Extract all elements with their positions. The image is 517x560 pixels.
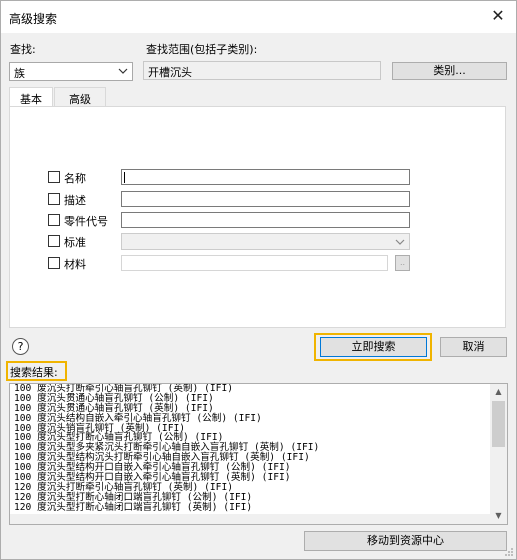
material-input[interactable] xyxy=(121,255,388,271)
material-browse-button[interactable]: .. xyxy=(395,255,410,271)
part-number-checkbox[interactable] xyxy=(48,214,60,226)
window-title: 高级搜索 xyxy=(9,12,58,26)
description-input[interactable] xyxy=(121,191,410,207)
find-label: 查找: xyxy=(10,43,36,56)
search-now-button[interactable]: 立即搜索 xyxy=(320,337,427,357)
text-caret xyxy=(124,172,125,183)
tab-advanced[interactable]: 高级 xyxy=(54,87,106,107)
standard-label: 标准 xyxy=(64,236,86,249)
find-value: 族 xyxy=(14,67,25,80)
standard-dropdown[interactable] xyxy=(121,233,410,250)
category-button[interactable]: 类别... xyxy=(392,62,507,80)
close-icon[interactable]: ✕ xyxy=(486,5,510,27)
material-label: 材料 xyxy=(64,258,86,271)
cancel-button[interactable]: 取消 xyxy=(440,337,507,357)
description-checkbox[interactable] xyxy=(48,193,60,205)
scope-label: 查找范围(包括子类别): xyxy=(146,43,258,56)
chevron-down-icon xyxy=(118,68,128,74)
find-dropdown[interactable]: 族 xyxy=(9,62,133,81)
description-label: 描述 xyxy=(64,194,86,207)
name-checkbox[interactable] xyxy=(48,171,60,183)
vertical-scrollbar[interactable]: ▲ ▼ xyxy=(490,384,507,524)
advanced-search-dialog: 高级搜索 ✕ 查找: 族 查找范围(包括子类别): 开槽沉头 类别... 基本 … xyxy=(0,0,517,560)
results-rows: 100 废沉头打断牵引心轴盲孔铆钉 (英制) (IFI) 100 度沉头贯通心轴盲… xyxy=(14,384,488,513)
basic-tab-panel: 名称 描述 零件代号 标准 材料 .. xyxy=(9,106,506,328)
part-number-input[interactable] xyxy=(121,212,410,228)
scrollbar-thumb[interactable] xyxy=(492,401,505,447)
scope-field: 开槽沉头 xyxy=(143,61,381,80)
name-input[interactable] xyxy=(121,169,410,185)
list-item[interactable]: 120 度沉头型打断心轴闭口端盲孔铆钉 (英制) (IFI) xyxy=(14,502,488,513)
standard-checkbox[interactable] xyxy=(48,235,60,247)
results-label: 搜索结果: xyxy=(10,366,58,379)
name-label: 名称 xyxy=(64,172,86,185)
horizontal-scrollbar[interactable] xyxy=(10,514,490,524)
scroll-down-icon[interactable]: ▼ xyxy=(490,508,507,524)
scope-value: 开槽沉头 xyxy=(148,66,192,79)
material-checkbox[interactable] xyxy=(48,257,60,269)
help-icon[interactable]: ? xyxy=(12,338,29,355)
resize-grip-icon[interactable] xyxy=(504,547,514,557)
chevron-down-icon xyxy=(395,239,405,245)
title-bar: 高级搜索 ✕ xyxy=(1,1,516,33)
results-list[interactable]: 100 废沉头打断牵引心轴盲孔铆钉 (英制) (IFI) 100 度沉头贯通心轴盲… xyxy=(9,383,508,525)
move-to-content-center-button[interactable]: 移动到资源中心 xyxy=(304,531,507,551)
part-number-label: 零件代号 xyxy=(64,215,108,228)
scroll-up-icon[interactable]: ▲ xyxy=(490,384,507,400)
